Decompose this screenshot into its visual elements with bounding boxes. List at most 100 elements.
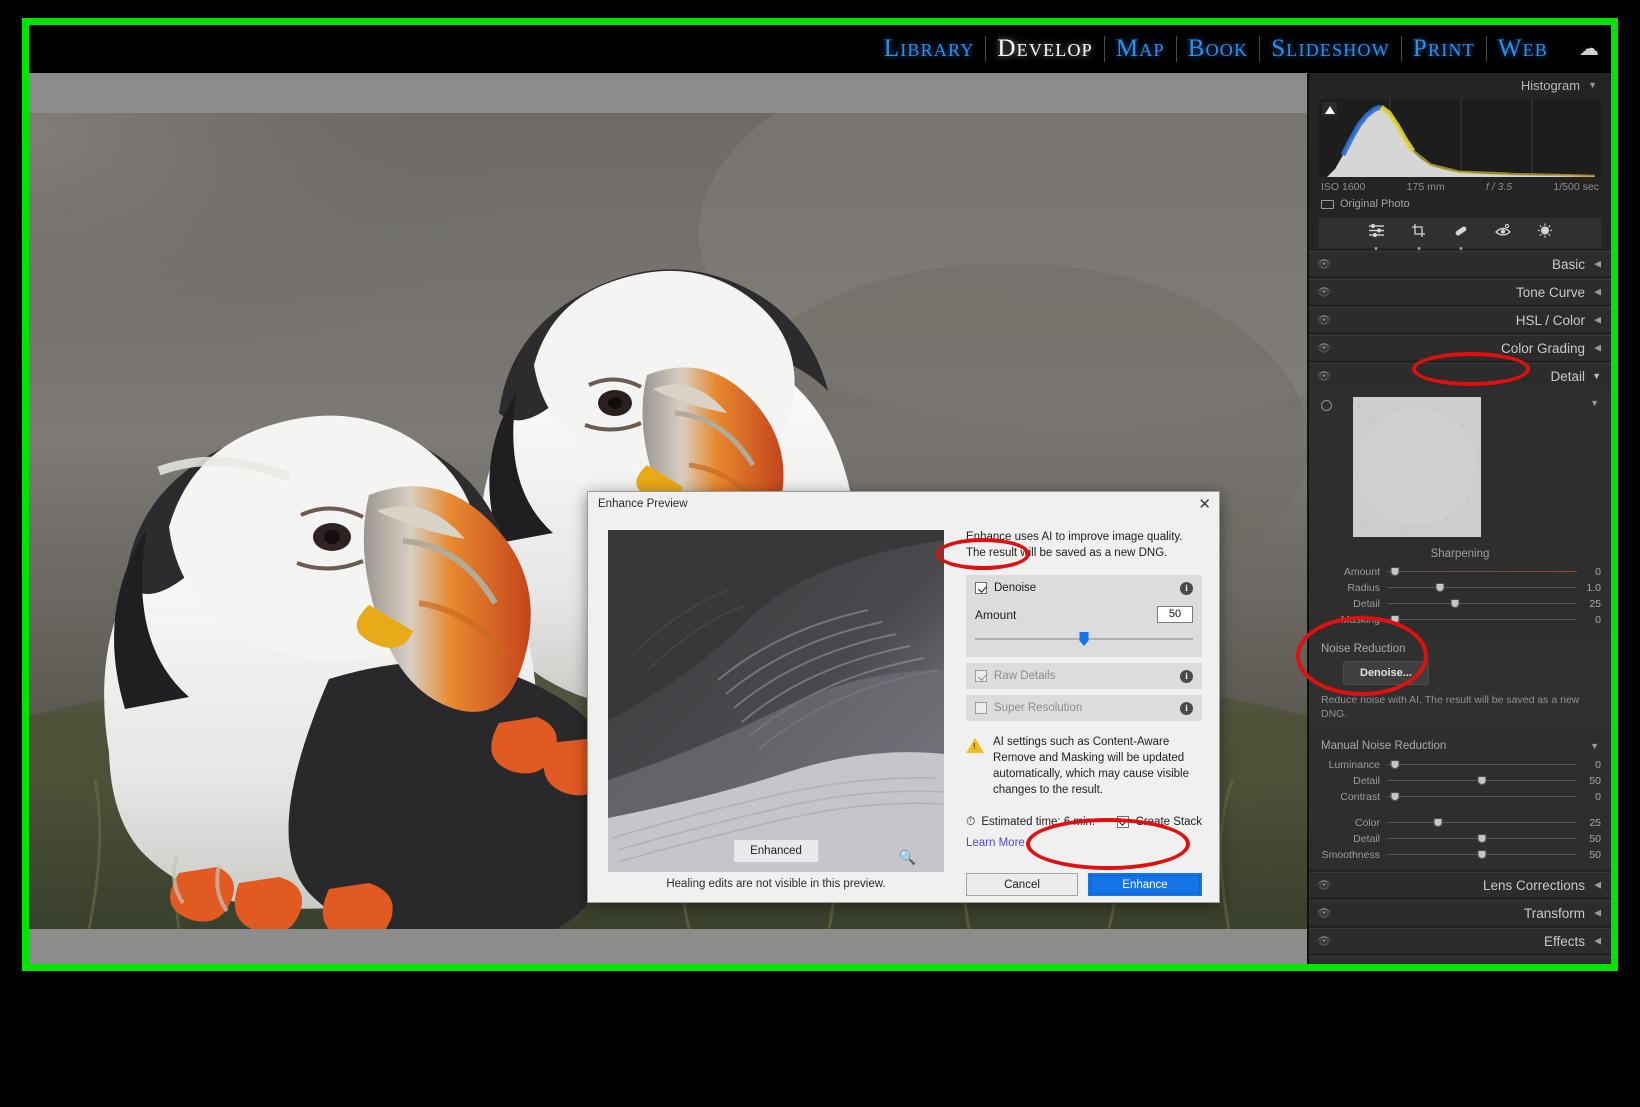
module-slideshow[interactable]: Slideshow <box>1260 35 1401 63</box>
enhance-button[interactable]: Enhance <box>1088 873 1202 896</box>
red-eye-icon[interactable] <box>1495 223 1511 243</box>
chevron-left-icon[interactable]: ◀ <box>1594 259 1601 270</box>
section-effects[interactable]: 👁 Effects ◀ <box>1309 928 1611 953</box>
slider-track[interactable] <box>1387 796 1577 798</box>
module-web[interactable]: Web <box>1487 35 1559 63</box>
close-icon[interactable]: ✕ <box>1198 497 1211 512</box>
create-stack-checkbox[interactable] <box>1117 816 1129 828</box>
slider-value[interactable]: 25 <box>1577 817 1611 829</box>
slider-value[interactable]: 1.0 <box>1577 582 1611 594</box>
eye-icon[interactable]: 👁 <box>1317 907 1331 920</box>
info-icon[interactable]: i <box>1180 670 1193 683</box>
enhance-preview-image[interactable]: Enhanced 🔍 <box>608 530 944 872</box>
create-stack-option[interactable]: Create Stack <box>1117 816 1202 828</box>
slider-track[interactable] <box>1387 822 1577 824</box>
slider-knob[interactable] <box>1436 583 1445 592</box>
slider-color[interactable]: Color 25 <box>1309 815 1611 830</box>
slider-value[interactable]: 50 <box>1577 833 1611 845</box>
chevron-left-icon[interactable]: ◀ <box>1594 315 1601 326</box>
module-map[interactable]: Map <box>1105 35 1176 63</box>
eye-icon[interactable]: 👁 <box>1317 370 1331 383</box>
option-super-resolution[interactable]: Super Resolution i <box>966 695 1202 721</box>
slider-value[interactable]: 0 <box>1577 791 1611 803</box>
eye-icon[interactable]: 👁 <box>1317 935 1331 948</box>
slider-smoothness[interactable]: Smoothness 50 <box>1309 847 1611 862</box>
raw-details-checkbox[interactable] <box>975 670 987 682</box>
eye-icon[interactable]: 👁 <box>1317 963 1331 964</box>
slider-knob[interactable] <box>1478 776 1487 785</box>
manual-noise-reduction-header[interactable]: Manual Noise Reduction ▼ <box>1309 731 1611 756</box>
slider-luminance-contrast[interactable]: Contrast 0 <box>1309 789 1611 804</box>
section-tone-curve[interactable]: 👁 Tone Curve ◀ <box>1309 279 1611 304</box>
option-denoise[interactable]: Denoise i <box>966 575 1202 601</box>
chevron-left-icon[interactable]: ◀ <box>1594 343 1601 354</box>
amount-slider[interactable] <box>975 631 1193 647</box>
slider-knob[interactable] <box>1478 850 1487 859</box>
amount-input[interactable]: 50 <box>1157 606 1193 623</box>
histogram-header[interactable]: Histogram ▼ <box>1309 73 1611 97</box>
section-calibration[interactable]: 👁 Calibration ◀ <box>1309 956 1611 964</box>
chevron-down-icon[interactable]: ▼ <box>1592 371 1601 381</box>
eye-icon[interactable]: 👁 <box>1317 286 1331 299</box>
slider-luminance-detail[interactable]: Detail 50 <box>1309 773 1611 788</box>
section-basic[interactable]: 👁 Basic ◀ <box>1309 251 1611 276</box>
slider-value[interactable]: 0 <box>1577 566 1611 578</box>
shadow-clipping-indicator[interactable] <box>1322 102 1337 116</box>
slider-track[interactable] <box>1387 587 1577 589</box>
denoise-button[interactable]: Denoise... <box>1343 661 1429 685</box>
option-raw-details[interactable]: Raw Details i <box>966 663 1202 689</box>
section-transform[interactable]: 👁 Transform ◀ <box>1309 900 1611 925</box>
slider-value[interactable]: 0 <box>1577 614 1611 626</box>
slider-luminance[interactable]: Luminance 0 <box>1309 757 1611 772</box>
edit-sliders-icon[interactable] <box>1368 223 1385 243</box>
chevron-left-icon[interactable]: ◀ <box>1594 908 1601 919</box>
slider-knob[interactable] <box>1434 818 1443 827</box>
amount-slider-knob[interactable] <box>1080 632 1089 646</box>
info-icon[interactable]: i <box>1180 582 1193 595</box>
chevron-down-icon[interactable]: ▼ <box>1590 741 1599 751</box>
slider-track[interactable] <box>1387 571 1577 573</box>
slider-value[interactable]: 50 <box>1577 849 1611 861</box>
slider-value[interactable]: 0 <box>1577 759 1611 771</box>
denoise-checkbox[interactable] <box>975 582 987 594</box>
eye-icon[interactable]: 👁 <box>1317 314 1331 327</box>
chevron-left-icon[interactable]: ◀ <box>1594 880 1601 891</box>
masking-icon[interactable] <box>1537 223 1553 243</box>
slider-knob[interactable] <box>1478 834 1487 843</box>
slider-sharpening-detail[interactable]: Detail 25 <box>1309 596 1611 611</box>
slider-sharpening-amount[interactable]: Amount 0 <box>1309 564 1611 579</box>
chevron-down-icon[interactable]: ▼ <box>1588 80 1597 90</box>
slider-track[interactable] <box>1387 619 1577 621</box>
eye-icon[interactable]: 👁 <box>1317 879 1331 892</box>
slider-knob[interactable] <box>1451 599 1460 608</box>
slider-color-detail[interactable]: Detail 50 <box>1309 831 1611 846</box>
cloud-icon[interactable]: ☁ <box>1579 39 1599 59</box>
slider-knob[interactable] <box>1390 567 1399 576</box>
slider-sharpening-radius[interactable]: Radius 1.0 <box>1309 580 1611 595</box>
super-resolution-checkbox[interactable] <box>975 702 987 714</box>
histogram[interactable] <box>1319 99 1601 177</box>
learn-more-link[interactable]: Learn More <box>966 837 1025 849</box>
section-color-grading[interactable]: 👁 Color Grading ◀ <box>1309 335 1611 360</box>
module-develop[interactable]: Develop <box>986 35 1103 63</box>
crop-icon[interactable] <box>1411 223 1427 243</box>
module-library[interactable]: Library <box>873 35 986 63</box>
slider-value[interactable]: 50 <box>1577 775 1611 787</box>
eye-icon[interactable]: 👁 <box>1317 258 1331 271</box>
section-hsl-color[interactable]: 👁 HSL / Color ◀ <box>1309 307 1611 332</box>
cancel-button[interactable]: Cancel <box>966 873 1078 896</box>
detail-zoom-preview[interactable] <box>1353 397 1481 537</box>
chevron-left-icon[interactable]: ◀ <box>1594 936 1601 947</box>
slider-value[interactable]: 25 <box>1577 598 1611 610</box>
section-detail[interactable]: 👁 Detail ▼ <box>1309 363 1611 388</box>
section-lens-corrections[interactable]: 👁 Lens Corrections ◀ <box>1309 872 1611 897</box>
info-icon[interactable]: i <box>1180 702 1193 715</box>
slider-knob[interactable] <box>1390 615 1399 624</box>
slider-sharpening-masking[interactable]: Masking 0 <box>1309 612 1611 627</box>
healing-brush-icon[interactable] <box>1453 223 1469 243</box>
slider-knob[interactable] <box>1390 760 1399 769</box>
slider-knob[interactable] <box>1390 792 1399 801</box>
magnifier-icon[interactable]: 🔍 <box>899 849 916 866</box>
module-book[interactable]: Book <box>1177 35 1259 63</box>
slider-track[interactable] <box>1387 603 1577 605</box>
